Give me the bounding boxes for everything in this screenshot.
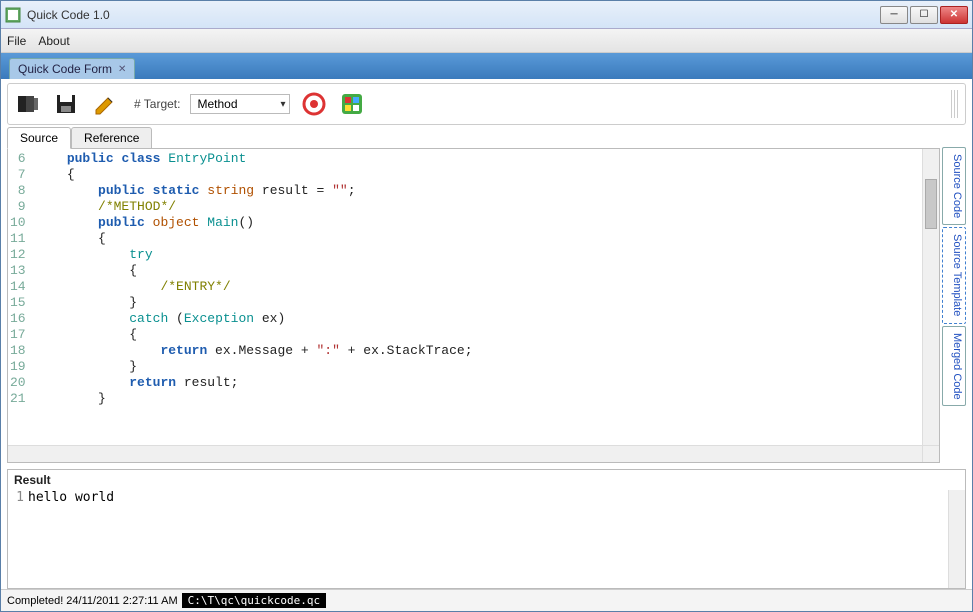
target-label: # Target: xyxy=(134,97,180,111)
close-tab-icon[interactable]: ✕ xyxy=(118,64,126,75)
document-tab[interactable]: Quick Code Form ✕ xyxy=(9,58,135,79)
menu-file[interactable]: File xyxy=(7,34,26,48)
close-button[interactable]: ✕ xyxy=(940,6,968,24)
tab-source[interactable]: Source xyxy=(7,127,71,149)
side-tabs: Source Code Source Template Merged Code xyxy=(942,127,966,463)
status-message: Completed! 24/11/2011 2:27:11 AM xyxy=(7,595,178,607)
edit-button[interactable] xyxy=(90,90,118,118)
result-gutter: 1 xyxy=(8,490,28,588)
toolbar: # Target: Method xyxy=(7,83,966,125)
result-text[interactable]: hello world xyxy=(28,490,948,588)
editor-column: Source Reference 67891011121314151617181… xyxy=(7,127,940,463)
code-lines[interactable]: public class EntryPoint { public static … xyxy=(32,149,922,445)
line-gutter: 6789101112131415161718192021 xyxy=(8,149,32,445)
code-panel: 6789101112131415161718192021 public clas… xyxy=(7,148,940,463)
app-window: Quick Code 1.0 ─ ☐ ✕ File About Quick Co… xyxy=(0,0,973,612)
result-header: Result xyxy=(8,470,965,490)
titlebar: Quick Code 1.0 ─ ☐ ✕ xyxy=(1,1,972,29)
side-tab-source-code[interactable]: Source Code xyxy=(942,147,966,225)
editor-tabs: Source Reference xyxy=(7,127,940,149)
open-folder-button[interactable] xyxy=(14,90,42,118)
menubar: File About xyxy=(1,29,972,53)
result-panel: Result 1 hello world xyxy=(7,469,966,589)
code-area[interactable]: 6789101112131415161718192021 public clas… xyxy=(8,149,939,445)
maximize-button[interactable]: ☐ xyxy=(910,6,938,24)
status-path: C:\T\qc\quickcode.qc xyxy=(182,593,326,608)
scroll-thumb[interactable] xyxy=(925,179,937,229)
vertical-scrollbar[interactable] xyxy=(922,149,939,445)
side-tab-merged-code[interactable]: Merged Code xyxy=(942,326,966,407)
side-tab-source-template[interactable]: Source Template xyxy=(942,227,966,323)
horizontal-scrollbar[interactable] xyxy=(8,445,939,462)
toolbar-grip xyxy=(951,90,959,118)
target-select-value: Method xyxy=(197,97,237,111)
window-controls: ─ ☐ ✕ xyxy=(880,6,968,24)
document-tab-label: Quick Code Form xyxy=(18,62,112,76)
menu-about[interactable]: About xyxy=(38,34,69,48)
document-tab-bar: Quick Code Form ✕ xyxy=(1,53,972,79)
target-select[interactable]: Method xyxy=(190,94,290,114)
content: # Target: Method Source Reference 678 xyxy=(1,79,972,589)
window-title: Quick Code 1.0 xyxy=(27,8,880,22)
minimize-button[interactable]: ─ xyxy=(880,6,908,24)
statusbar: Completed! 24/11/2011 2:27:11 AM C:\T\qc… xyxy=(1,589,972,611)
app-icon xyxy=(5,7,21,23)
result-body: 1 hello world xyxy=(8,490,965,588)
help-button[interactable] xyxy=(300,90,328,118)
save-button[interactable] xyxy=(52,90,80,118)
result-scrollbar[interactable] xyxy=(948,490,965,588)
run-button[interactable] xyxy=(338,90,366,118)
main-row: Source Reference 67891011121314151617181… xyxy=(7,127,966,463)
tab-reference[interactable]: Reference xyxy=(71,127,152,149)
